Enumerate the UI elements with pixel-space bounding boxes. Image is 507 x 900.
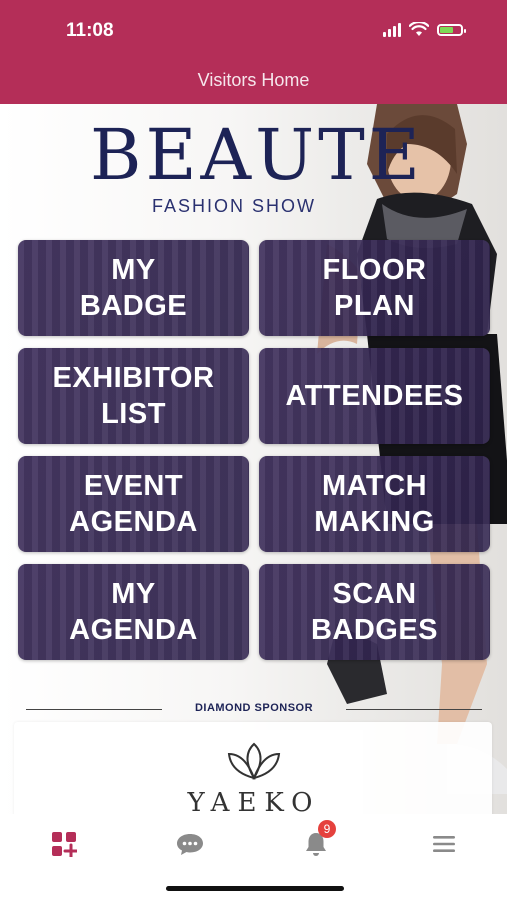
sponsor-section-label: DIAMOND SPONSOR <box>194 702 314 714</box>
status-time: 11:08 <box>66 20 114 41</box>
tile-label: ATTENDEES <box>285 380 464 412</box>
sponsor-logo[interactable]: YAEKO <box>145 730 363 814</box>
floor-plan-tile[interactable]: FLOOR PLAN <box>259 240 490 336</box>
tile-label: MY BADGE <box>79 254 188 322</box>
menu-icon <box>433 836 455 852</box>
wifi-icon <box>409 22 429 36</box>
status-icons <box>383 22 466 37</box>
my-badge-tile[interactable]: MY BADGE <box>18 240 249 336</box>
status-bar: 11:08 <box>0 0 507 58</box>
chat-bubble-icon <box>177 834 203 855</box>
tab-menu[interactable] <box>424 826 464 862</box>
tab-messages[interactable] <box>170 826 210 862</box>
sponsor-name: YAEKO <box>187 788 321 814</box>
page-title: Visitors Home <box>197 70 310 90</box>
event-agenda-tile[interactable]: EVENT AGENDA <box>18 456 249 552</box>
home-indicator[interactable] <box>166 886 344 891</box>
my-agenda-tile[interactable]: MY AGENDA <box>18 564 249 660</box>
sponsor-card[interactable]: YAEKO <box>14 722 492 814</box>
tab-notifications[interactable]: 9 <box>296 820 336 862</box>
lotus-logo-icon <box>227 742 281 780</box>
tab-home[interactable] <box>44 826 84 862</box>
notification-count-badge: 9 <box>318 820 336 838</box>
exhibitor-list-tile[interactable]: EXHIBITOR LIST <box>18 348 249 444</box>
tile-label: EVENT AGENDA <box>69 470 198 538</box>
attendees-tile[interactable]: ATTENDEES <box>259 348 490 444</box>
tile-label: FLOOR PLAN <box>322 254 427 322</box>
tile-label: SCAN BADGES <box>310 578 439 646</box>
tile-label: MATCH MAKING <box>314 470 435 538</box>
scan-badges-tile[interactable]: SCAN BADGES <box>259 564 490 660</box>
tile-label: MY AGENDA <box>69 578 198 646</box>
tile-label: EXHIBITOR LIST <box>52 362 215 430</box>
dashboard-add-icon <box>52 832 77 857</box>
brand-logo: BEAUTE <box>90 114 424 196</box>
app-header: Visitors Home <box>0 58 507 104</box>
divider <box>346 709 482 710</box>
menu-tiles-grid: MY BADGE FLOOR PLAN EXHIBITOR LIST ATTEN… <box>18 240 490 660</box>
sponsor-section-header: DIAMOND SPONSOR <box>26 702 482 718</box>
match-making-tile[interactable]: MATCH MAKING <box>259 456 490 552</box>
brand-subtitle: FASHION SHOW <box>152 196 317 216</box>
hero-banner: BEAUTE FASHION SHOW MY BADGE FLOOR PLAN … <box>0 104 507 814</box>
cellular-signal-icon <box>383 22 401 37</box>
battery-icon <box>437 23 466 36</box>
